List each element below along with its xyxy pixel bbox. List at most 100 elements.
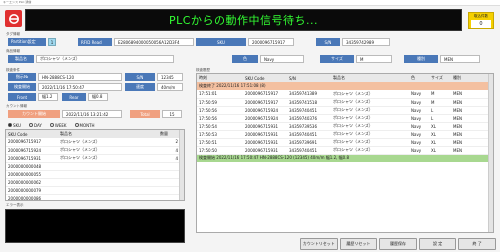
history-row[interactable]: 17:50:56 2000096715924 34359740376 ポロシャツ（メン…	[197, 114, 489, 122]
history-row[interactable]: 17:50:56 2000096715924 34359740451 ポロシャツ（メン…	[197, 106, 489, 114]
radio-day[interactable]: DAY	[28, 123, 42, 128]
size-cell: M	[431, 99, 435, 105]
tag-sn-label: S/N	[316, 38, 340, 46]
sku-table-row[interactable]: 2000000000055	[6, 170, 180, 178]
product-name-cell	[58, 178, 158, 186]
tag-sku-value: 2000096715917	[248, 38, 294, 46]
rear-value: 幅0.8	[88, 93, 108, 101]
color-cell: Navy	[411, 115, 422, 121]
import-counter: 取込件数 0	[468, 12, 494, 29]
color-cell: Navy	[411, 91, 422, 97]
product-name-cell	[58, 170, 158, 178]
color-value: Navy	[260, 55, 304, 63]
name-cell: ポロシャツ（メンズ）	[333, 147, 373, 152]
total-value: 15	[162, 110, 182, 118]
sku-table-row[interactable]: 2000000000062	[6, 178, 180, 186]
radio-label-sku: SKU	[13, 122, 21, 128]
bottom-toolbar: カウントリセット 履歴リセット 履歴保存 設 定 終 了	[300, 238, 496, 250]
history-row[interactable]: 17:51:01 2000096715917 34359741389 ポロシャツ（メン…	[197, 90, 489, 98]
time-cell: 17:51:01	[199, 91, 217, 97]
radio-month[interactable]: MONTH	[74, 123, 95, 128]
history-row[interactable]: 17:50:59 2000096715917 34359741518 ポロシャツ（メン…	[197, 98, 489, 106]
sn-cell: 34359741389	[289, 91, 317, 97]
partition-label: Partition設定	[8, 38, 46, 46]
tag-sku-label: SKU	[196, 38, 246, 46]
banner-text: PLCからの動作中信号待ち...	[169, 14, 318, 27]
speed-value: 40m/m	[157, 83, 183, 91]
status-row-bottom: 検査開始 2022/11/16 17:50:47 HN-2888CS-120 (…	[197, 154, 489, 162]
sku-table-row[interactable]: 2000096715931 ポロシャツ（メンズ） 4	[6, 154, 180, 162]
history-row[interactable]: 17:50:51 2000096715931 34359739691 ポロシャツ（メン…	[197, 138, 489, 146]
name-cell: ポロシャツ（メンズ）	[333, 131, 373, 136]
product-name-label: 製品名	[8, 55, 34, 63]
radio-dot-month	[74, 123, 79, 127]
radio-sku[interactable]: SKU	[8, 123, 21, 128]
size-label: サイズ	[320, 55, 354, 63]
history-reset-button[interactable]: 履歴リセット	[339, 238, 378, 250]
partition-value[interactable]: 1	[48, 38, 56, 46]
quantity-cell	[158, 162, 180, 170]
time-cell: 17:50:56	[199, 115, 217, 121]
history-row[interactable]: 17:50:54 2000096715931 34359739536 ポロシャツ（メン…	[197, 122, 489, 130]
history-row[interactable]: 17:50:50 2000096715931 34359740451 ポロシャツ（メン…	[197, 146, 489, 154]
gender-value: MEN	[440, 55, 480, 63]
radio-dot-sku	[8, 123, 12, 127]
size-cell: XL	[431, 147, 436, 153]
time-cell: 17:50:54	[199, 123, 217, 129]
size-value: M	[356, 55, 392, 63]
size-cell: L	[431, 115, 434, 121]
sn-cell: 34359740376	[289, 115, 317, 121]
left-table-scrollbar[interactable]	[179, 130, 184, 200]
count-section-title: カウント情報	[6, 104, 27, 108]
color-cell: Navy	[411, 131, 422, 137]
count-reset-button[interactable]: カウントリセット	[300, 238, 338, 250]
size-cell: M	[431, 91, 435, 97]
history-scrollbar[interactable]	[488, 74, 493, 232]
quantity-cell: 4	[175, 155, 178, 161]
sku-cell: 2000096715931	[245, 123, 279, 129]
sku-cell: 2000096715924	[245, 115, 279, 121]
type-cell: MEN	[453, 139, 462, 145]
type-cell: MEN	[453, 123, 462, 129]
sku-table-row[interactable]: 2000096715917 ポロシャツ（メンズ） 2	[6, 138, 180, 146]
error-section-title: エラー表示	[6, 203, 24, 207]
count-start-label: カウント開始	[8, 110, 60, 118]
front-label: Front	[8, 93, 36, 101]
hist-col-color: 色	[411, 75, 415, 80]
logo-icon	[8, 13, 19, 24]
sku-cell: 2000096715917	[245, 99, 279, 105]
color-cell: Navy	[411, 123, 422, 129]
settings-button[interactable]: 設 定	[418, 238, 457, 250]
history-save-button[interactable]: 履歴保存	[379, 238, 417, 250]
sn-cell: 34359740451	[289, 147, 317, 153]
time-cell: 17:50:51	[199, 139, 217, 145]
col-product-name: 製品名	[60, 131, 72, 136]
hist-col-size: サイズ	[431, 75, 443, 80]
type-cell: MEN	[453, 115, 462, 121]
col-quantity: 数量	[160, 131, 168, 136]
type-cell: MEN	[453, 147, 462, 153]
time-cell: 17:50:56	[199, 107, 217, 113]
type-cell: MEN	[453, 99, 462, 105]
hist-col-sku: SKU Code	[245, 75, 265, 81]
name-cell: ポロシャツ（メンズ）	[333, 107, 373, 112]
product-name-cell: ポロシャツ（メンズ）	[60, 155, 100, 160]
product-name-cell: ポロシャツ（メンズ）	[60, 147, 100, 152]
tag-section-title: タグ情報	[6, 32, 20, 36]
radio-week[interactable]: WEEK	[49, 123, 67, 128]
size-cell: XL	[431, 131, 436, 137]
history-row[interactable]: 17:50:53 2000096715931 34359740451 ポロシャツ（メン…	[197, 130, 489, 138]
sn-cell: 34359739536	[289, 123, 317, 129]
sku-table-row[interactable]: 2000000000086	[6, 194, 180, 201]
sku-table-row[interactable]: 2000096715924 ポロシャツ（メンズ） 4	[6, 146, 180, 154]
sku-code-cell: 2000096715917	[8, 139, 42, 145]
front-value: 幅1.2	[38, 93, 58, 101]
sku-code-cell: 2000000000048	[8, 163, 42, 169]
sku-code-cell: 2000000000062	[8, 179, 42, 185]
exit-button[interactable]: 終 了	[458, 238, 496, 250]
tag-sn-value: 34359742989	[342, 38, 390, 46]
sku-table-row[interactable]: 2000000000048	[6, 162, 180, 170]
name-cell: ポロシャツ（メンズ）	[333, 123, 373, 128]
rear-label: Rear	[62, 93, 86, 101]
sku-table-row[interactable]: 2000000000079	[6, 186, 180, 194]
